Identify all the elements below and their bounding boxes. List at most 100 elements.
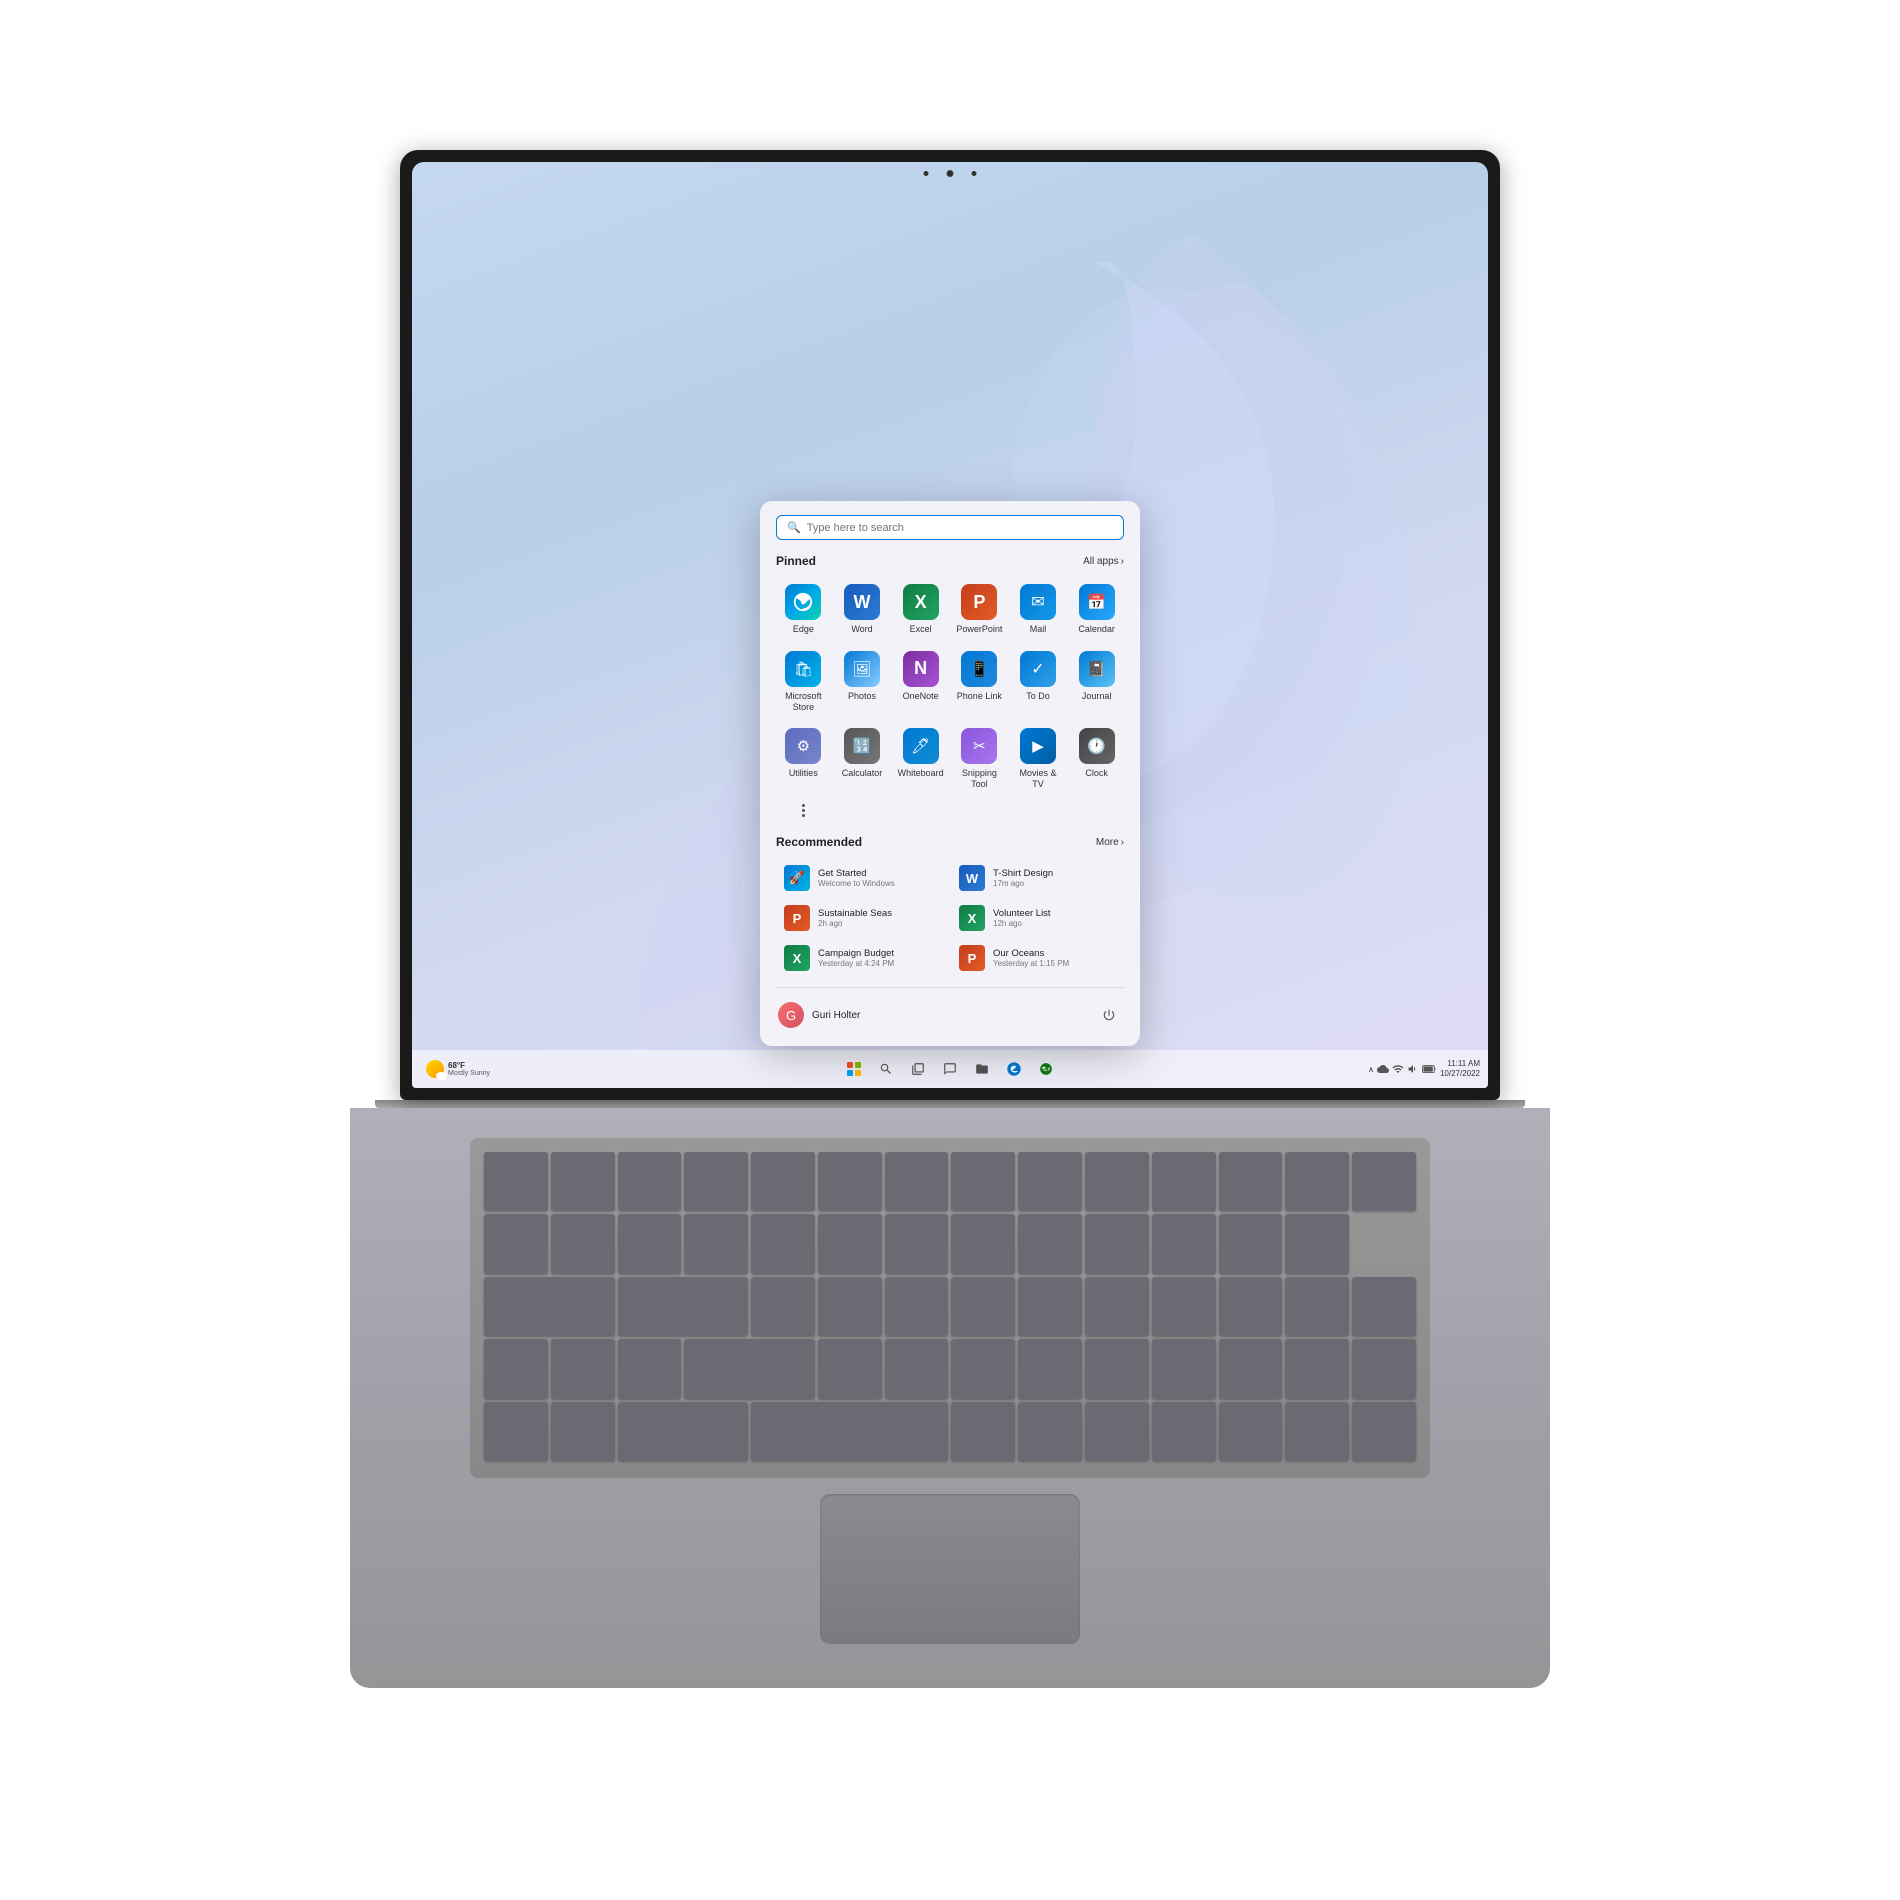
key-i[interactable]: [1219, 1277, 1283, 1336]
key-lbracket[interactable]: [484, 1339, 548, 1398]
app-mail[interactable]: ✉ Mail: [1011, 578, 1066, 641]
key-semicolon[interactable]: [484, 1402, 548, 1461]
app-phonelink[interactable]: 📱 Phone Link: [952, 645, 1007, 719]
key-w[interactable]: [818, 1277, 882, 1336]
key-g[interactable]: [1085, 1339, 1149, 1398]
key-p[interactable]: [1352, 1277, 1416, 1336]
key-backtick[interactable]: [484, 1214, 548, 1273]
key-f4[interactable]: [751, 1152, 815, 1211]
key-tab[interactable]: [618, 1277, 749, 1336]
desktop[interactable]: 🔍 Pinned All apps ›: [412, 162, 1488, 1088]
key-f9[interactable]: [1085, 1152, 1149, 1211]
key-o[interactable]: [1285, 1277, 1349, 1336]
chat-button[interactable]: [936, 1055, 964, 1083]
key-equals[interactable]: [1285, 1214, 1349, 1273]
app-word[interactable]: W Word: [835, 578, 890, 641]
app-clock[interactable]: 🕐 Clock: [1069, 722, 1124, 796]
weather-widget[interactable]: 68°F Mostly Sunny: [420, 1058, 496, 1080]
start-button[interactable]: [840, 1055, 868, 1083]
key-f10[interactable]: [1152, 1152, 1216, 1211]
task-view-button[interactable]: [904, 1055, 932, 1083]
app-onenote[interactable]: N OneNote: [893, 645, 948, 719]
app-todo[interactable]: ✓ To Do: [1011, 645, 1066, 719]
key-c[interactable]: [1085, 1402, 1149, 1461]
key-1[interactable]: [551, 1214, 615, 1273]
key-backslash[interactable]: [618, 1339, 682, 1398]
app-journal[interactable]: 📓 Journal: [1069, 645, 1124, 719]
app-calendar[interactable]: 📅 Calendar: [1069, 578, 1124, 641]
key-f6[interactable]: [885, 1152, 949, 1211]
taskbar-edge-button[interactable]: [1000, 1055, 1028, 1083]
app-edge[interactable]: Edge: [776, 578, 831, 641]
xbox-button[interactable]: [1032, 1055, 1060, 1083]
app-calculator[interactable]: 🔢 Calculator: [835, 722, 890, 796]
taskbar-search-button[interactable]: [872, 1055, 900, 1083]
search-input[interactable]: [807, 522, 1113, 534]
app-movies[interactable]: ▶ Movies & TV: [1011, 722, 1066, 796]
rec-seas[interactable]: P Sustainable Seas 2h ago: [776, 899, 949, 937]
key-3[interactable]: [684, 1214, 748, 1273]
key-minus[interactable]: [1219, 1214, 1283, 1273]
key-f11[interactable]: [1219, 1152, 1283, 1211]
key-x[interactable]: [1018, 1402, 1082, 1461]
more-dots-button[interactable]: [776, 800, 831, 821]
key-caps[interactable]: [684, 1339, 815, 1398]
app-utilities[interactable]: ⚙ Utilities: [776, 722, 831, 796]
key-z[interactable]: [951, 1402, 1015, 1461]
key-f[interactable]: [1018, 1339, 1082, 1398]
key-f3[interactable]: [684, 1152, 748, 1211]
key-k[interactable]: [1285, 1339, 1349, 1398]
rec-oceans[interactable]: P Our Oceans Yesterday at 1:15 PM: [951, 939, 1124, 977]
key-6[interactable]: [885, 1214, 949, 1273]
key-e[interactable]: [885, 1277, 949, 1336]
app-photos[interactable]: 🖼 Photos: [835, 645, 890, 719]
key-t[interactable]: [1018, 1277, 1082, 1336]
key-j[interactable]: [1219, 1339, 1283, 1398]
key-lshift[interactable]: [751, 1402, 948, 1461]
key-m[interactable]: [1352, 1402, 1416, 1461]
key-2[interactable]: [618, 1214, 682, 1273]
app-snipping[interactable]: ✂ Snipping Tool: [952, 722, 1007, 796]
key-8[interactable]: [1018, 1214, 1082, 1273]
key-esc[interactable]: [484, 1152, 548, 1211]
all-apps-link[interactable]: All apps ›: [1083, 556, 1124, 567]
chevron-up-icon[interactable]: ∧: [1368, 1065, 1374, 1074]
app-store[interactable]: 🛍 Microsoft Store: [776, 645, 831, 719]
key-f1[interactable]: [551, 1152, 615, 1211]
app-powerpoint[interactable]: P PowerPoint: [952, 578, 1007, 641]
rec-tshirt[interactable]: W T-Shirt Design 17m ago: [951, 859, 1124, 897]
touchpad[interactable]: [820, 1494, 1080, 1644]
key-4[interactable]: [751, 1214, 815, 1273]
app-excel[interactable]: X Excel: [893, 578, 948, 641]
app-whiteboard[interactable]: 🖊 Whiteboard: [893, 722, 948, 796]
key-5[interactable]: [818, 1214, 882, 1273]
key-enter[interactable]: [618, 1402, 749, 1461]
key-f2[interactable]: [618, 1152, 682, 1211]
key-rbracket[interactable]: [551, 1339, 615, 1398]
key-del[interactable]: [1352, 1152, 1416, 1211]
rec-get-started[interactable]: 🚀 Get Started Welcome to Windows: [776, 859, 949, 897]
key-9[interactable]: [1085, 1214, 1149, 1273]
key-r[interactable]: [951, 1277, 1015, 1336]
key-n[interactable]: [1285, 1402, 1349, 1461]
power-button[interactable]: [1096, 1002, 1122, 1028]
key-0[interactable]: [1152, 1214, 1216, 1273]
key-h[interactable]: [1152, 1339, 1216, 1398]
key-a[interactable]: [818, 1339, 882, 1398]
key-b[interactable]: [1219, 1402, 1283, 1461]
rec-volunteer[interactable]: X Volunteer List 12h ago: [951, 899, 1124, 937]
key-q[interactable]: [751, 1277, 815, 1336]
key-d[interactable]: [951, 1339, 1015, 1398]
key-quote[interactable]: [551, 1402, 615, 1461]
key-7[interactable]: [951, 1214, 1015, 1273]
key-u[interactable]: [1152, 1277, 1216, 1336]
key-f7[interactable]: [951, 1152, 1015, 1211]
key-backspace[interactable]: [484, 1277, 615, 1336]
more-link[interactable]: More ›: [1096, 837, 1124, 848]
file-explorer-button[interactable]: [968, 1055, 996, 1083]
key-l[interactable]: [1352, 1339, 1416, 1398]
key-s[interactable]: [885, 1339, 949, 1398]
user-info[interactable]: G Guri Holter: [778, 1002, 860, 1028]
clock-display[interactable]: 11:11 AM 10/27/2022: [1440, 1059, 1480, 1080]
key-v[interactable]: [1152, 1402, 1216, 1461]
